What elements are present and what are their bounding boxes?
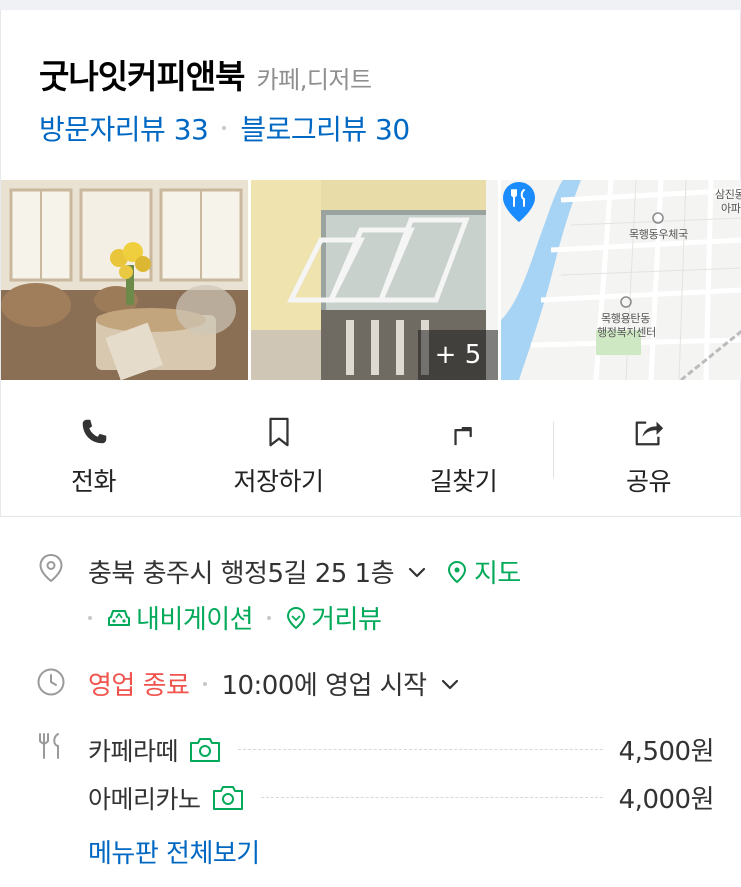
fork-knife-icon [39,733,59,759]
next-open-time: 10:00에 영업 시작 [221,671,427,701]
map-pin-icon [502,182,535,222]
more-photos-badge[interactable]: + 5 [417,330,498,380]
menu-item[interactable]: 카페라떼 4,500원 [88,731,715,768]
menu-item-name: 카페라떼 [88,736,179,766]
menu-item-price: 4,000원 [618,785,715,815]
chevron-down-icon[interactable] [439,673,461,695]
call-button[interactable]: 전화 [1,398,186,498]
action-label: 공유 [625,467,672,496]
action-divider [553,422,554,478]
place-category: 카페,디저트 [256,66,373,94]
navigation-link[interactable]: 내비게이션 [106,599,254,636]
action-label: 전화 [70,467,117,496]
place-summary-card: 굿나잇커피앤북 카페,디저트 방문자리뷰 33 블로그리뷰 30 + 5 삼진동… [0,10,741,517]
review-links: 방문자리뷰 33 블로그리뷰 30 [39,108,410,148]
mini-map[interactable]: 삼진동 아파 목행동우체국 목행용탄동 행정복지센터 [500,180,741,380]
place-info-section: 충북 충주시 행정5길 25 1층 지도 내비게이션 거리뷰 영업 종료 10:… [0,517,741,887]
separator-dot [267,615,272,620]
car-icon [108,609,130,626]
leader-line [260,797,603,798]
camera-icon [190,737,221,762]
directions-button[interactable]: 길찾기 [371,398,556,498]
map-label: 목행동우체국 [628,228,688,241]
action-label: 길찾기 [429,467,498,496]
view-full-menu-link[interactable]: 메뉴판 전체보기 [88,833,260,870]
action-label: 저장하기 [233,467,324,496]
leader-line [238,749,603,750]
business-hours-row[interactable]: 영업 종료 10:00에 영업 시작 [88,665,461,702]
bookmark-icon [268,417,289,447]
photo-strip: + 5 삼진동 아파 목행동우체국 목행용탄동 행정복지센터 [1,180,741,380]
action-bar: 전화 저장하기 길찾기 공유 [1,398,741,498]
place-name: 굿나잇커피앤북 [39,57,246,96]
share-button[interactable]: 공유 [556,398,741,498]
address-text: 충북 충주시 행정5길 25 1층 [88,559,395,589]
navigation-label: 내비게이션 [136,605,254,635]
streetview-link[interactable]: 거리뷰 [285,599,382,636]
blog-review-link[interactable]: 블로그리뷰 30 [240,108,410,148]
address-row: 충북 충주시 행정5길 25 1층 지도 [88,553,521,590]
business-status: 영업 종료 [88,671,190,701]
menu-item-name: 아메리카노 [88,784,201,814]
separator-dot [222,126,227,130]
camera-icon [212,785,243,810]
map-link-label: 지도 [474,559,521,589]
clock-icon [37,668,65,696]
photo-interior-flowers[interactable] [1,180,248,380]
photo-window-view[interactable]: + 5 [250,180,498,380]
map-pin-small-icon [448,560,467,583]
phone-icon [82,419,106,444]
separator-dot [88,615,92,620]
map-label: 아파 [720,202,741,215]
location-pin-icon [39,553,63,583]
chevron-down-icon[interactable] [406,561,428,583]
menu-item-price: 4,500원 [618,737,715,767]
streetview-label: 거리뷰 [311,605,382,635]
top-separator [0,0,741,10]
streetview-pin-icon [287,606,306,629]
separator-dot [203,681,208,686]
title-row: 굿나잇커피앤북 카페,디저트 [39,50,372,98]
visitor-review-link[interactable]: 방문자리뷰 33 [39,108,209,148]
save-button[interactable]: 저장하기 [186,398,371,498]
share-icon [635,421,663,446]
address-sub-links: 내비게이션 거리뷰 [88,599,382,636]
directions-icon [453,426,472,446]
map-label: 행정복지센터 [596,326,656,339]
map-link[interactable]: 지도 [446,553,521,590]
menu-item[interactable]: 아메리카노 4,000원 [88,779,715,816]
